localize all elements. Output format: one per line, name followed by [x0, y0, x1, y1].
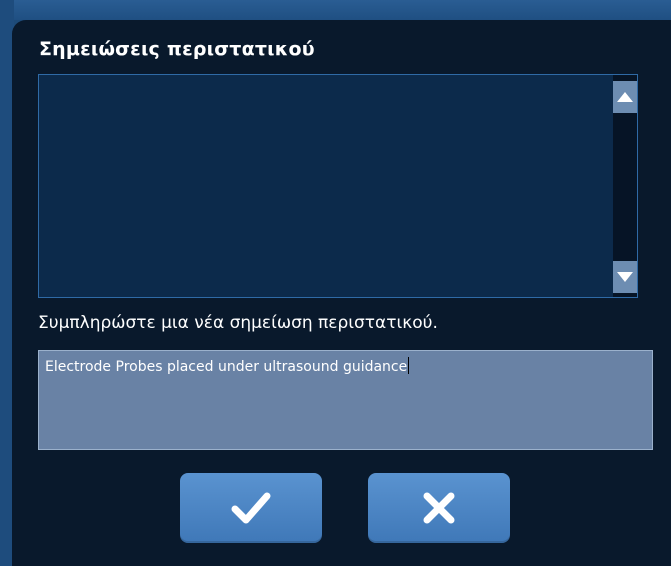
- cancel-button[interactable]: [368, 473, 510, 543]
- triangle-down-icon: [617, 272, 633, 282]
- new-note-input-value: Electrode Probes placed under ultrasound…: [45, 359, 408, 375]
- background-header-strip: [0, 0, 671, 20]
- confirm-button[interactable]: [180, 473, 322, 543]
- case-notes-dialog: Σημειώσεις περιστατικού Συμπληρώστε μια …: [12, 20, 671, 566]
- x-icon: [423, 492, 455, 524]
- new-note-input[interactable]: Electrode Probes placed under ultrasound…: [38, 350, 653, 450]
- scroll-up-button[interactable]: [613, 81, 637, 113]
- text-caret: [408, 357, 410, 374]
- new-note-prompt: Συμπληρώστε μια νέα σημείωση περιστατικο…: [38, 313, 438, 333]
- dialog-title: Σημειώσεις περιστατικού: [39, 38, 315, 60]
- checkmark-icon: [231, 492, 271, 524]
- case-notes-list[interactable]: [38, 74, 638, 298]
- notes-scrollbar[interactable]: [613, 75, 637, 297]
- triangle-up-icon: [617, 92, 633, 102]
- scroll-down-button[interactable]: [613, 261, 637, 293]
